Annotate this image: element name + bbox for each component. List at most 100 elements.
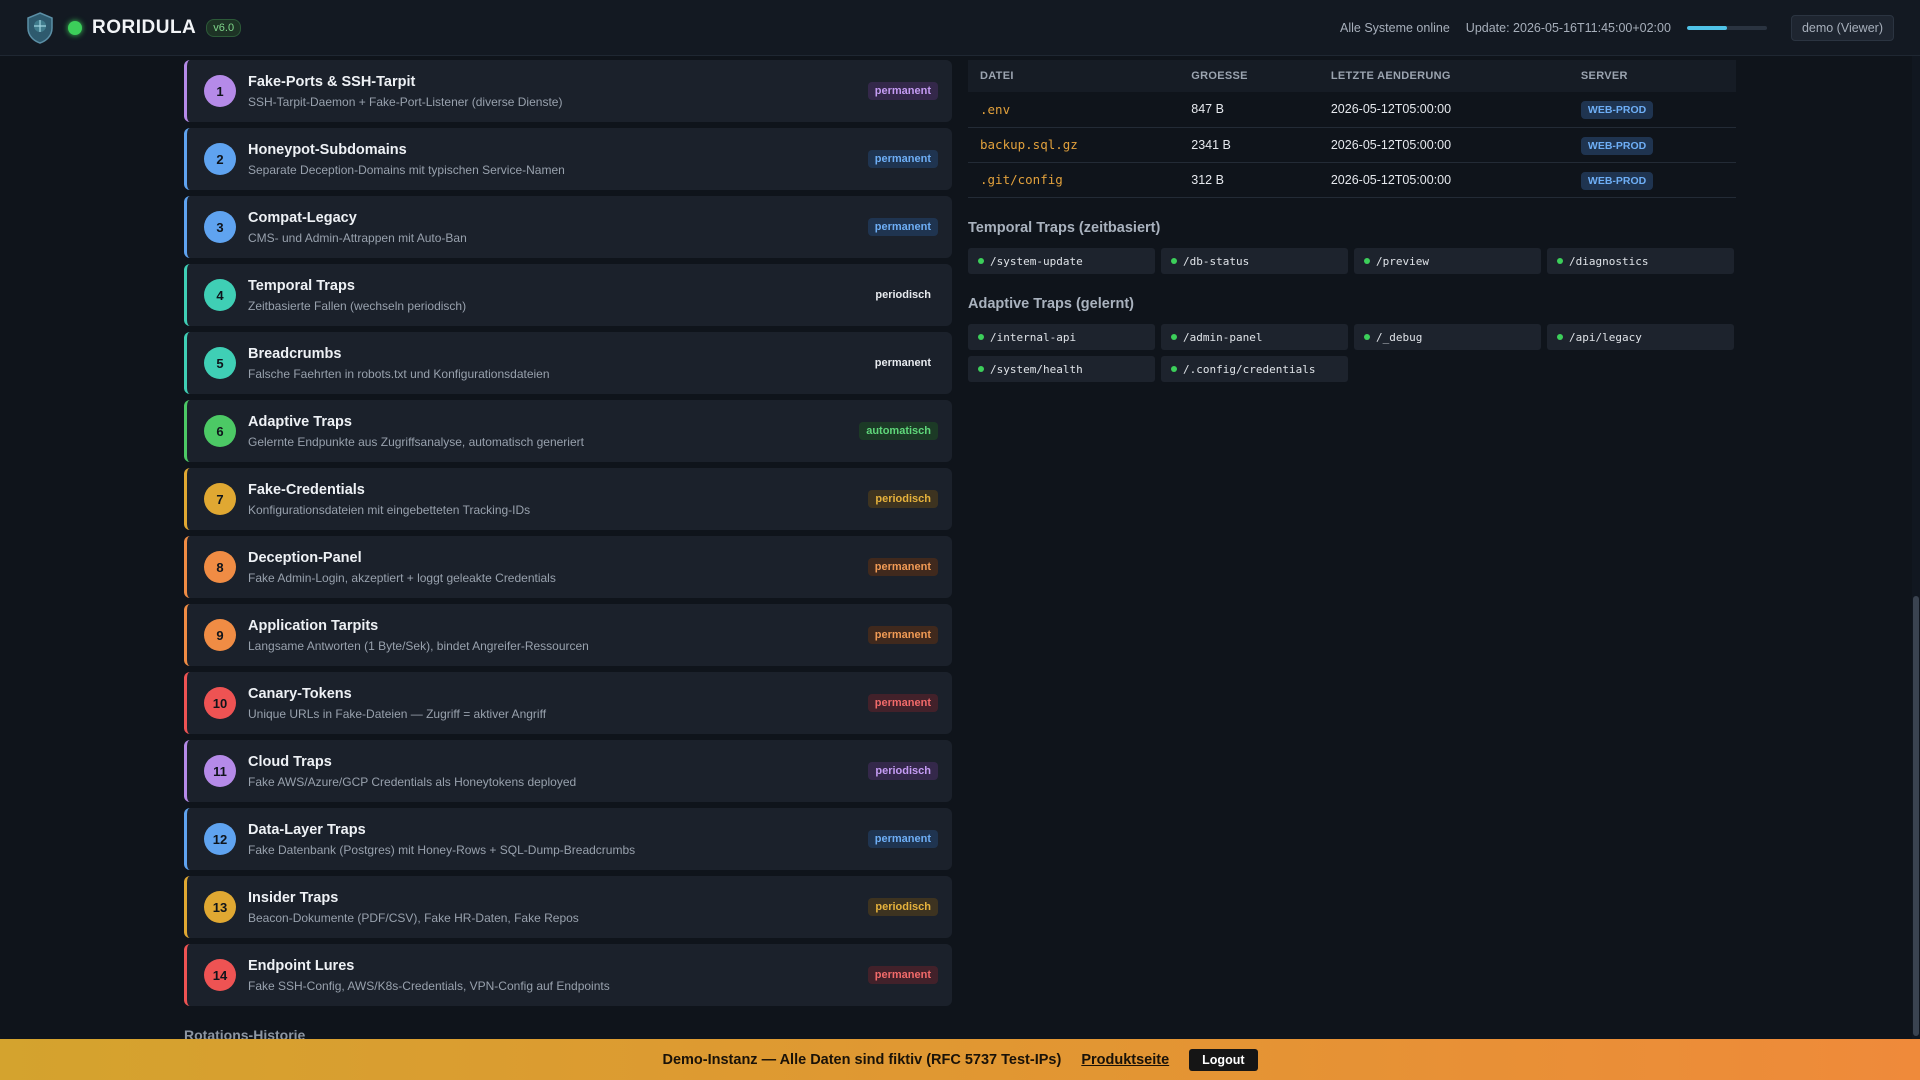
page-scrollbar[interactable] [1912,56,1920,1039]
trap-title: Deception-Panel [248,549,362,566]
trap-mode-badge: permanent [867,694,938,712]
logout-button[interactable]: Logout [1189,1048,1258,1071]
fake-files-table: DATEI GROESSE LETZTE AENDERUNG SERVER .env 8… [968,60,1736,198]
column-header: GROESSE [1179,60,1319,92]
trap-text: Endpoint Lures Fake SSH-Config, AWS/K8s-C… [248,958,868,993]
product-page-link[interactable]: Produktseite [1081,1052,1169,1068]
trap-mode-badge: permanent [874,357,931,369]
active-dot-icon [978,334,984,340]
trap-endpoint-chip: /db-status [1161,248,1348,274]
endpoint-path: /admin-panel [1183,330,1263,344]
trap-description: Fake Admin-Login, akzeptiert + loggt gel… [248,570,556,585]
endpoint-path: /system/health [990,362,1083,376]
trap-description: Gelernte Endpunkte aus Zugriffsanalyse, … [248,434,584,449]
logo-shield-icon [27,11,53,44]
trap-text: Application Tarpits Langsame Antworten (1… [248,618,868,653]
scrollbar-thumb[interactable] [1913,596,1919,1036]
trap-mode-badge: periodisch [868,762,938,780]
trap-text: Fake-Ports & SSH-Tarpit SSH-Tarpit-Daemon… [248,74,868,109]
update-timestamp: Update: 2026-05-16T11:45:00+02:00 [1465,20,1671,35]
trap-row[interactable]: 9 Application Tarpits Langsame Antworten (… [184,604,952,666]
trap-description: Fake Datenbank (Postgres) mit Honey-Rows… [248,842,636,857]
server-badge: WEB-PROD [1580,101,1654,120]
trap-number: 2 [204,143,236,175]
active-dot-icon [1171,334,1177,340]
file-modified: 2026-05-12T05:00:00 [1318,162,1569,198]
table-header-row: DATEI GROESSE LETZTE AENDERUNG SERVER [968,60,1736,92]
trap-mode-badge: permanent [867,966,938,984]
trap-row[interactable]: 5 Breadcrumbs Falsche Faehrten in robots.t… [184,332,952,394]
trap-title: Compat-Legacy [248,209,357,226]
active-dot-icon [1364,334,1370,340]
trap-text: Cloud Traps Fake AWS/Azure/GCP Credential… [248,754,868,789]
trap-endpoint-chip: /api/legacy [1547,324,1734,350]
trap-number: 12 [204,823,236,855]
trap-text: Deception-Panel Fake Admin-Login, akzepti… [248,550,868,585]
trap-row[interactable]: 14 Endpoint Lures Fake SSH-Config, AWS/K8s… [184,944,952,1006]
trap-title: Application Tarpits [248,617,379,634]
user-menu-button[interactable]: demo (Viewer) [1790,14,1894,41]
temporal-traps-heading: Temporal Traps (zeitbasiert) [968,220,1161,236]
endpoint-path: /preview [1376,254,1429,268]
file-name: .git/config [968,162,1180,198]
trap-endpoint-chip: /diagnostics [1547,248,1734,274]
file-size: 2341 B [1179,127,1319,163]
status-indicator-icon [68,20,82,35]
trap-row[interactable]: 1 Fake-Ports & SSH-Tarpit SSH-Tarpit-Daemo… [184,60,952,122]
trap-title: Fake-Credentials [248,481,365,498]
column-header: LETZTE AENDERUNG [1318,60,1569,92]
trap-mode-badge: permanent [867,830,938,848]
systems-status: Alle Systeme online [1340,20,1450,35]
active-dot-icon [1557,334,1563,340]
trap-mode-badge: permanent [867,218,938,236]
trap-description: Separate Deception-Domains mit typischen… [248,162,565,177]
trap-row[interactable]: 2 Honeypot-Subdomains Separate Deception-D… [184,128,952,190]
trap-number: 6 [204,415,236,447]
trap-title: Adaptive Traps [248,413,352,430]
active-dot-icon [1171,258,1177,264]
column-header: SERVER [1568,60,1736,92]
trap-row[interactable]: 6 Adaptive Traps Gelernte Endpunkte aus Zu… [184,400,952,462]
trap-endpoint-chip: /system-update [968,248,1155,274]
trap-row[interactable]: 10 Canary-Tokens Unique URLs in Fake-Datei… [184,672,952,734]
trap-row[interactable]: 4 Temporal Traps Zeitbasierte Fallen (wech… [184,264,952,326]
trap-text: Fake-Credentials Konfigurationsdateien mi… [248,482,868,517]
trap-number: 5 [204,347,236,379]
trap-mode-badge: permanent [867,150,938,168]
trap-row[interactable]: 13 Insider Traps Beacon-Dokumente (PDF/CSV… [184,876,952,938]
trap-number: 4 [204,279,236,311]
trap-title: Insider Traps [248,889,339,906]
trap-description: CMS- und Admin-Attrappen mit Auto-Ban [248,230,467,245]
endpoint-path: /diagnostics [1569,254,1649,268]
trap-mode-badge: periodisch [868,490,938,508]
server-badge: WEB-PROD [1580,136,1654,155]
trap-row[interactable]: 8 Deception-Panel Fake Admin-Login, akzept… [184,536,952,598]
trap-row[interactable]: 12 Data-Layer Traps Fake Datenbank (Postgr… [184,808,952,870]
endpoint-path: /api/legacy [1569,330,1642,344]
server-cell: WEB-PROD [1568,92,1736,128]
endpoint-path: /internal-api [990,330,1077,344]
trap-text: Data-Layer Traps Fake Datenbank (Postgres… [248,822,868,857]
trap-row[interactable]: 7 Fake-Credentials Konfigurationsdateien m… [184,468,952,530]
trap-text: Breadcrumbs Falsche Faehrten in robots.tx… [248,346,868,381]
trap-description: Falsche Faehrten in robots.txt und Konfi… [248,366,550,381]
version-badge: v6.0 [206,18,242,37]
active-dot-icon [1364,258,1370,264]
trap-title: Cloud Traps [248,753,332,770]
active-dot-icon [1557,258,1563,264]
trap-endpoint-chip: /admin-panel [1161,324,1348,350]
file-modified: 2026-05-12T05:00:00 [1318,127,1569,163]
endpoint-path: /.config/credentials [1183,362,1316,376]
file-size: 312 B [1179,162,1319,198]
trap-title: Canary-Tokens [248,685,352,702]
trap-text: Insider Traps Beacon-Dokumente (PDF/CSV),… [248,890,868,925]
trap-title: Temporal Traps [248,277,355,294]
trap-text: Compat-Legacy CMS- und Admin-Attrappen mi… [248,210,868,245]
trap-row[interactable]: 11 Cloud Traps Fake AWS/Azure/GCP Credenti… [184,740,952,802]
trap-description: Langsame Antworten (1 Byte/Sek), bindet … [248,638,589,653]
trap-number: 3 [204,211,236,243]
trap-row[interactable]: 3 Compat-Legacy CMS- und Admin-Attrappen m… [184,196,952,258]
top-right-status: Alle Systeme online Update: 2026-05-16T1… [1340,14,1894,41]
table-row: backup.sql.gz 2341 B 2026-05-12T05:00:00 WE… [968,127,1736,163]
active-dot-icon [1171,366,1177,372]
